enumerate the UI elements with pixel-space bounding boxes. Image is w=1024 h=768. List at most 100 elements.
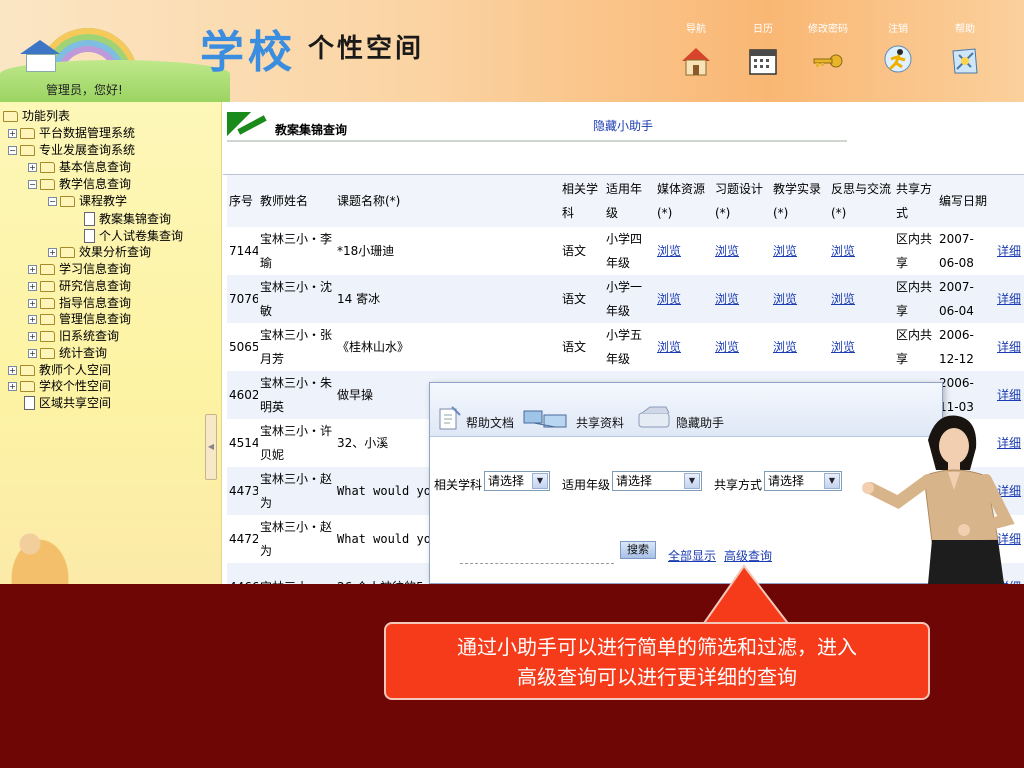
tree-item-label: 平台数据管理系统 [39,126,136,140]
tab-label: 共享资料 [576,416,625,430]
tree-item-regional-share[interactable]: 区域共享空间 [24,395,111,411]
expand-plus-icon[interactable]: + [8,365,17,375]
flag-icon [227,112,267,140]
tree-item-research-info[interactable]: + 研究信息查询 [28,278,131,294]
chevron-down-icon: ▼ [684,473,700,489]
tree-item-lesson-plans[interactable]: 教案集锦查询 [84,211,171,227]
tree-item-label: 管理信息查询 [59,312,132,326]
col-header[interactable]: 共享方式 [894,175,937,227]
col-header[interactable]: 相关学科 [560,175,604,227]
advanced-search-link[interactable]: 高级查询 [724,547,772,564]
divider [460,563,614,564]
tree-item-school-space[interactable]: + 学校个性空间 [8,378,111,394]
browse-record-link[interactable]: 浏览 [773,244,797,258]
collapse-minus-icon[interactable]: − [8,145,17,155]
col-header [995,175,1024,227]
cell-date: 2006-12-12 [939,328,974,366]
browse-media-link[interactable]: 浏览 [657,244,681,258]
show-all-link[interactable]: 全部显示 [668,547,716,564]
tab-hide-helper[interactable]: 隐藏助手 [636,391,724,431]
expand-plus-icon[interactable]: + [28,162,37,172]
tree-item-teaching-info[interactable]: − 教学信息查询 [28,176,131,192]
cell-subject: 语文 [562,340,587,354]
tree-item-label: 指导信息查询 [59,296,132,310]
col-header[interactable]: 教学实录(*) [771,175,829,227]
collapse-minus-icon[interactable]: − [28,179,37,189]
folder-icon [40,347,55,359]
sidebar-collapse-handle[interactable]: ◀ [205,414,217,480]
tree-item-management-info[interactable]: + 管理信息查询 [28,311,131,327]
tree-item-legacy-system[interactable]: + 旧系统查询 [28,328,119,344]
col-header[interactable]: 编写日期 [937,175,995,227]
tree-item-label: 旧系统查询 [59,329,120,343]
expand-plus-icon[interactable]: + [28,331,37,341]
tree-item-professional-dev[interactable]: − 专业发展查询系统 [8,142,135,158]
browse-media-link[interactable]: 浏览 [657,340,681,354]
nav-help[interactable]: 帮助 [937,20,993,79]
tree-item-platform-data[interactable]: + 平台数据管理系统 [8,125,135,141]
browse-exercise-link[interactable]: 浏览 [715,244,739,258]
folder-icon [20,364,35,376]
expand-plus-icon[interactable]: + [28,314,37,324]
tree-item-label: 研究信息查询 [59,279,132,293]
col-header[interactable]: 习题设计(*) [713,175,771,227]
tree-item-effect-analysis[interactable]: + 效果分析查询 [48,244,151,260]
col-header[interactable]: 课题名称(*) [335,175,560,227]
tree-item-statistics[interactable]: + 统计查询 [28,345,107,361]
expand-plus-icon[interactable]: + [8,381,17,391]
detail-link[interactable]: 详细 [997,292,1021,306]
browse-record-link[interactable]: 浏览 [773,340,797,354]
col-header[interactable]: 媒体资源(*) [655,175,713,227]
cell-topic: 《桂林山水》 [337,340,410,354]
cell-grade: 小学四年级 [606,232,643,270]
expand-plus-icon[interactable]: + [28,348,37,358]
cell-teacher: 宝林三小・许贝妮 [260,424,333,462]
browse-exercise-link[interactable]: 浏览 [715,340,739,354]
tree-item-guidance-info[interactable]: + 指导信息查询 [28,295,131,311]
nav-calendar-label: 日历 [753,24,773,35]
tab-shared-materials[interactable]: 共享资料 [522,391,624,431]
detail-link[interactable]: 详细 [997,244,1021,258]
expand-plus-icon[interactable]: + [28,264,37,274]
tree-item-label: 教学信息查询 [59,177,132,191]
tree-item-label: 教师个人空间 [39,363,112,377]
browse-record-link[interactable]: 浏览 [773,292,797,306]
tree-item-course-teaching[interactable]: − 课程教学 [48,193,127,209]
subject-select[interactable]: 请选择 ▼ [484,471,550,491]
tab-help-docs[interactable]: 帮助文档 [436,391,514,431]
browse-reflection-link[interactable]: 浏览 [831,292,855,306]
nav-calendar[interactable]: 日历 [735,20,791,79]
expand-plus-icon[interactable]: + [28,281,37,291]
tree-item-teacher-space[interactable]: + 教师个人空间 [8,362,111,378]
col-header[interactable]: 适用年级 [604,175,655,227]
table-row: 7144 宝林三小・李瑜 *18小珊迪 语文 小学四年级 浏览 浏览 浏览 浏览… [227,227,1024,275]
col-header[interactable]: 教师姓名 [258,175,335,227]
detail-link[interactable]: 详细 [997,340,1021,354]
expand-plus-icon[interactable]: + [48,247,57,257]
share-select[interactable]: 请选择 ▼ [764,471,842,491]
detail-link[interactable]: 详细 [997,388,1021,402]
col-header[interactable]: 反思与交流(*) [829,175,894,227]
browse-media-link[interactable]: 浏览 [657,292,681,306]
search-button[interactable]: 搜索 [620,541,656,559]
tree-item-test-papers[interactable]: 个人试卷集查询 [84,228,183,244]
browse-reflection-link[interactable]: 浏览 [831,340,855,354]
grade-select[interactable]: 请选择 ▼ [612,471,702,491]
nav-change-password[interactable]: 修改密码 [800,20,856,79]
expand-plus-icon[interactable]: + [8,128,17,138]
browse-reflection-link[interactable]: 浏览 [831,244,855,258]
nav-logout[interactable]: 注销 [870,20,926,79]
tree-item-label: 专业发展查询系统 [39,143,136,157]
folder-icon [40,313,55,325]
browse-exercise-link[interactable]: 浏览 [715,292,739,306]
nav-home[interactable]: 导航 [668,20,724,79]
tree-item-basic-info[interactable]: + 基本信息查询 [28,159,131,175]
tree-item-root[interactable]: 功能列表 [3,108,70,124]
logout-icon [880,43,916,79]
cell-teacher: 宝林三小・赵 为 [258,467,335,515]
collapse-minus-icon[interactable]: − [48,196,57,206]
hide-helper-link[interactable]: 隐藏小助手 [593,117,653,134]
cell-topic: *18小珊迪 [337,244,395,258]
expand-plus-icon[interactable]: + [28,298,37,308]
tree-item-learning-info[interactable]: + 学习信息查询 [28,261,131,277]
